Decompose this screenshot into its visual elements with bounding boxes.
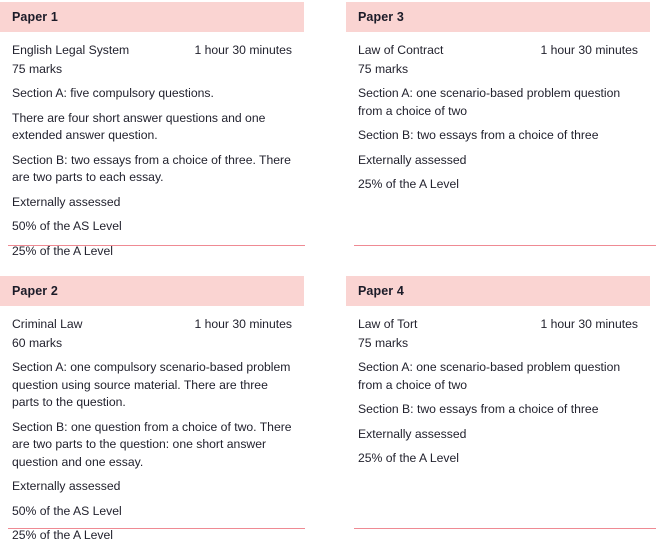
paper-card-divider: [8, 245, 305, 246]
paper-detail-line: 50% of the AS Level: [12, 503, 122, 518]
paper-card-4: Paper 4 Law of Tort 1 hour 30 minutes 75…: [346, 276, 656, 529]
paper-card-header: Paper 4: [346, 276, 650, 306]
paper-detail-line: 25% of the A Level: [358, 177, 459, 191]
paper-card-divider: [8, 528, 305, 529]
paper-card-body: Law of Contract 1 hour 30 minutes 75 mar…: [346, 32, 650, 194]
paper-detail-line: 25% of the A Level: [358, 451, 459, 465]
paper-marks: 75 marks: [358, 336, 409, 350]
paper-detail-line: Section A: five compulsory questions.: [12, 86, 214, 100]
paper-marks: 60 marks: [12, 336, 63, 350]
paper-marks: 75 marks: [12, 62, 63, 76]
paper-duration: 1 hour 30 minutes: [540, 43, 638, 57]
paper-title-row: Law of Tort 1 hour 30 minutes: [358, 315, 638, 333]
paper-subject: Law of Contract: [358, 43, 444, 57]
paper-title-row: Criminal Law 1 hour 30 minutes: [12, 315, 292, 333]
paper-subject: Law of Tort: [358, 317, 418, 331]
paper-card-divider: [354, 245, 656, 246]
paper-detail-line: Section B: two essays from a choice of t…: [12, 152, 291, 185]
paper-detail-line: Section B: two essays from a choice of t…: [358, 402, 599, 416]
paper-title-row: Law of Contract 1 hour 30 minutes: [358, 41, 638, 59]
paper-card-3: Paper 3 Law of Contract 1 hour 30 minute…: [346, 2, 656, 246]
paper-header-title: Paper 2: [12, 284, 58, 298]
paper-detail-line: There are four short answer questions an…: [12, 110, 266, 143]
paper-detail-line: Externally assessed: [358, 426, 467, 441]
paper-card-body: English Legal System 1 hour 30 minutes 7…: [0, 32, 304, 260]
paper-title-row: English Legal System 1 hour 30 minutes: [12, 41, 292, 59]
paper-card-header: Paper 2: [0, 276, 304, 306]
paper-detail-line: Externally assessed: [12, 479, 121, 493]
paper-detail-line: Externally assessed: [358, 152, 467, 167]
paper-header-title: Paper 3: [358, 10, 404, 24]
paper-card-divider: [354, 528, 656, 529]
paper-card-1: Paper 1 English Legal System 1 hour 30 m…: [0, 2, 305, 260]
paper-detail-line: Section A: one scenario-based problem qu…: [358, 86, 621, 118]
paper-card-body: Criminal Law 1 hour 30 minutes 60 marks …: [0, 306, 304, 545]
paper-card-header: Paper 3: [346, 2, 650, 32]
paper-duration: 1 hour 30 minutes: [540, 317, 638, 331]
paper-subject: Criminal Law: [12, 317, 83, 331]
paper-card-header: Paper 1: [0, 2, 304, 32]
paper-header-title: Paper 4: [358, 284, 404, 298]
paper-specification-grid: Paper 1 English Legal System 1 hour 30 m…: [0, 0, 658, 542]
paper-duration: 1 hour 30 minutes: [194, 317, 292, 331]
paper-card-2: Paper 2 Criminal Law 1 hour 30 minutes 6…: [0, 276, 305, 545]
paper-detail-line: Externally assessed: [12, 194, 121, 209]
paper-duration: 1 hour 30 minutes: [194, 43, 292, 57]
paper-header-title: Paper 1: [12, 10, 58, 24]
paper-detail-line: Section B: one question from a choice of…: [12, 419, 292, 469]
paper-detail-line: Section B: two essays from a choice of t…: [358, 128, 599, 142]
paper-subject: English Legal System: [12, 43, 130, 57]
paper-card-body: Law of Tort 1 hour 30 minutes 75 marks S…: [346, 306, 650, 468]
paper-detail-line: Section A: one compulsory scenario-based…: [12, 360, 291, 409]
paper-marks: 75 marks: [358, 62, 409, 76]
paper-detail-line: 50% of the AS Level: [12, 219, 122, 233]
paper-detail-line: Section A: one scenario-based problem qu…: [358, 360, 621, 392]
